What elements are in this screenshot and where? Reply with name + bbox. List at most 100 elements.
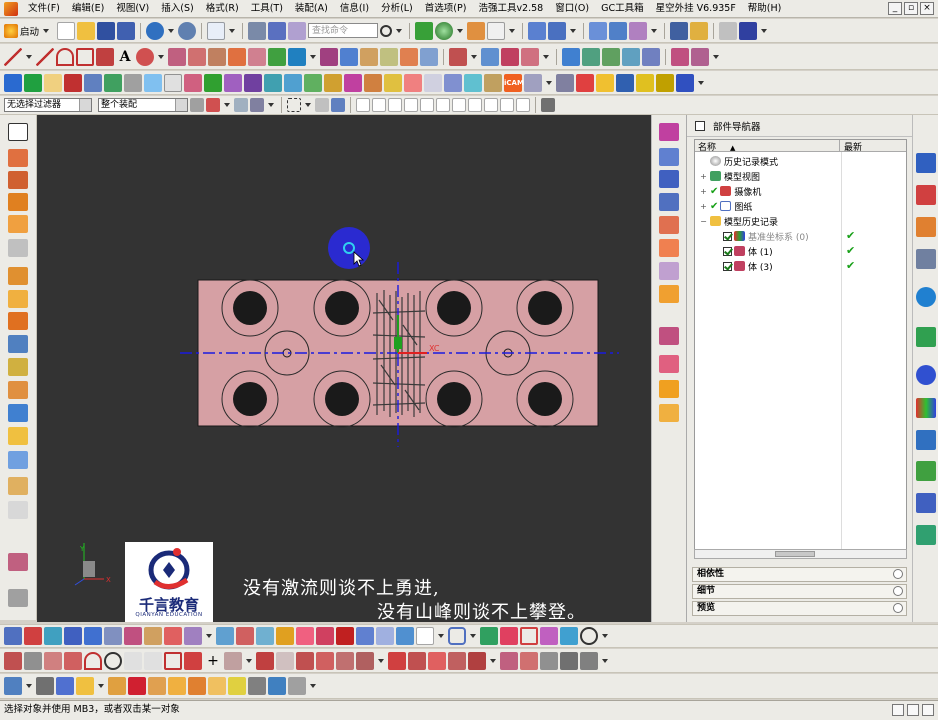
b2-delay-icon[interactable] [520,651,538,670]
right-studio-icon[interactable] [659,216,679,234]
app-icon[interactable] [4,1,18,16]
b3-shade-icon[interactable] [36,677,54,695]
right-extension-icon[interactable] [659,285,679,303]
constraint-navigator-icon[interactable] [916,185,936,205]
right-offset-surface-icon[interactable] [659,327,679,345]
join-curve-icon[interactable] [360,47,378,66]
inch-icon[interactable] [576,73,594,92]
command-search-input[interactable]: 查找命令 [308,23,379,38]
drawing-icon[interactable] [444,73,462,92]
parting-icon[interactable] [124,73,142,92]
expand-icon[interactable]: + [699,202,708,211]
tree-node-history-mode[interactable]: 历史记录模式 [699,154,778,168]
tree-node-body-1[interactable]: 体 (1) [723,244,773,258]
menu-help[interactable]: 帮助(H) [742,0,788,18]
rectangle-icon[interactable] [76,47,94,66]
menu-format[interactable]: 格式(R) [200,0,245,18]
assembly-scope-select[interactable]: 整个装配 [98,98,188,112]
cut-icon[interactable] [184,73,202,92]
tree-node-model-history[interactable]: − 模型历史记录 [699,214,778,228]
b1-square-icon[interactable] [520,627,538,645]
b2-edit-icon[interactable] [500,651,518,670]
system-materials-icon[interactable] [916,398,936,418]
hole-table-icon[interactable] [464,73,482,92]
b3-block-icon[interactable] [208,677,226,695]
b1-corner-icon[interactable] [480,627,498,645]
right-thicken-icon[interactable] [659,380,679,398]
b1-edit-icon[interactable] [44,627,62,645]
view-cube-icon[interactable] [589,21,608,40]
color-box-icon[interactable] [487,21,506,40]
b2-update-icon[interactable] [540,651,558,670]
cavity-icon[interactable] [84,73,102,92]
b2-point-icon[interactable]: + [204,652,222,670]
arrow-left-icon[interactable] [24,73,42,92]
menu-info[interactable]: 信息(I) [334,0,375,18]
menu-haoqiang-tools[interactable]: 浩强工具v2.58 [472,0,549,18]
b1-feature-icon[interactable] [4,627,22,645]
left-shell-icon[interactable] [8,335,28,353]
b2-auto-constrain-icon[interactable] [408,651,426,670]
note-icon[interactable] [636,73,654,92]
box-select-icon[interactable] [287,98,301,112]
b2-reference-icon[interactable] [468,651,486,670]
ejector-icon[interactable] [304,73,322,92]
left-cylinder-icon[interactable] [8,171,28,189]
tree-node-drawings[interactable]: + ✔ 图纸 [699,199,752,213]
slider-icon[interactable] [224,73,242,92]
b2-circle-icon[interactable] [104,651,122,670]
left-rib-icon[interactable] [8,239,28,257]
snap-quadrant-icon[interactable] [436,98,450,112]
runner-icon[interactable] [364,73,382,92]
edit-curve-icon[interactable] [340,47,358,66]
b1-grid-icon[interactable] [500,627,518,645]
process-studio-icon[interactable] [916,430,936,450]
b2-sketch-icon[interactable] [4,651,22,670]
selection-filter-select[interactable]: 无选择过滤器 [4,98,92,112]
b1-copy-face-icon[interactable] [376,627,394,645]
datum-axis-icon[interactable] [501,47,519,66]
snap-point-icon[interactable] [484,98,498,112]
left-chamfer-icon[interactable] [8,267,28,285]
navigator-pin-icon[interactable] [695,120,705,131]
datum-plane-icon[interactable] [481,47,499,66]
grid-icon[interactable] [164,73,182,92]
part-rotate-icon[interactable] [548,21,567,40]
snap-tangent-icon[interactable] [500,98,514,112]
dimension-icon[interactable] [739,21,758,40]
b1-cube-icon[interactable] [336,627,354,645]
snap-face-point-icon[interactable] [516,98,530,112]
tree-node-model-views[interactable]: + 模型视图 [699,169,760,183]
section-preview[interactable]: 预览 [692,601,907,616]
b3-wcs-icon[interactable] [108,677,126,695]
check-icon[interactable] [204,73,222,92]
new-file-icon[interactable] [57,21,76,40]
snap-curve-icon[interactable] [404,98,418,112]
lifter-icon[interactable] [244,73,262,92]
part-navigator-icon[interactable] [916,217,936,237]
menu-edit[interactable]: 编辑(E) [66,0,110,18]
left-move-face-icon[interactable] [8,501,28,519]
paint-icon[interactable] [467,21,486,40]
left-tools-icon[interactable] [8,589,28,607]
b2-profile-icon[interactable] [44,651,62,670]
menu-tools[interactable]: 工具(T) [245,0,289,18]
layer-icon[interactable] [268,21,287,40]
block-icon[interactable] [562,47,580,66]
snap-intersection-icon[interactable] [468,98,482,112]
b2-rectangle-icon[interactable] [164,651,182,670]
fillet-icon[interactable] [136,47,154,66]
b3-light-icon[interactable] [76,677,94,695]
status-full-icon[interactable] [922,704,934,716]
electrode-icon[interactable] [284,73,302,92]
chevron-down-icon[interactable] [893,586,903,596]
window-icon[interactable] [616,73,634,92]
snap-circle-icon[interactable] [452,98,466,112]
gear-icon[interactable] [144,73,162,92]
b2-reattach-icon[interactable] [580,651,598,670]
b3-info-icon[interactable] [248,677,266,695]
line-icon[interactable] [4,47,22,66]
intersect-curve-icon[interactable] [288,47,306,66]
b1-move-body-icon[interactable] [164,627,182,645]
cost-icon[interactable] [484,73,502,92]
